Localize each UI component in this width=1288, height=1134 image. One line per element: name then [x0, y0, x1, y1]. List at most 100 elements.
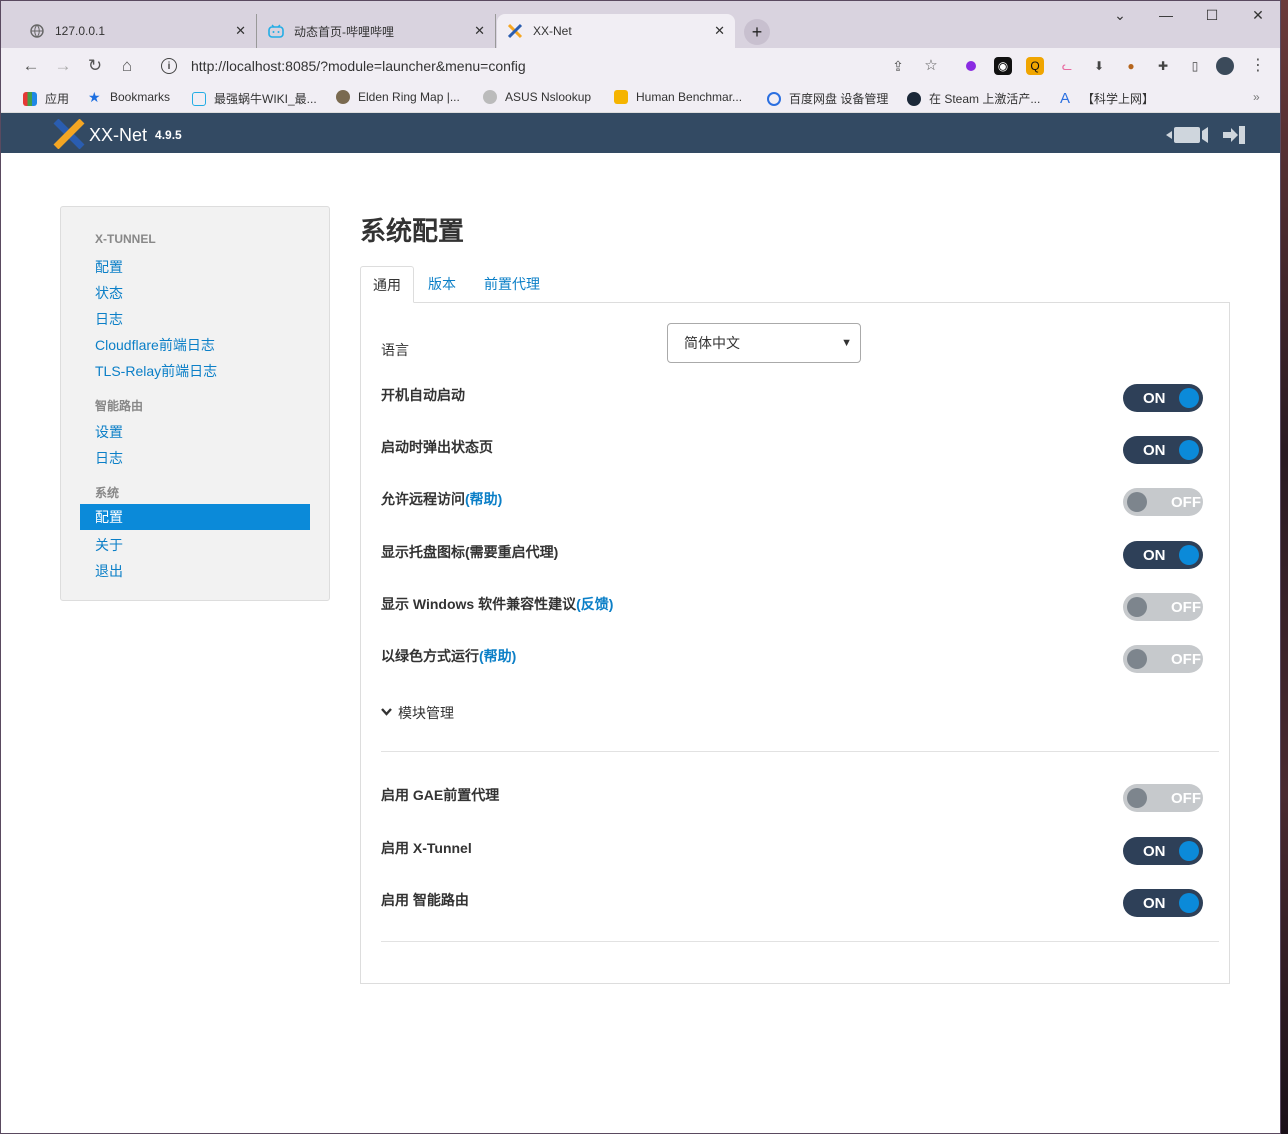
- forward-arrow-icon[interactable]: →: [53, 56, 73, 76]
- tab-bilibili[interactable]: 动态首页-哔哩哔哩 ✕: [258, 14, 496, 48]
- bilibili-icon: [268, 23, 284, 39]
- close-icon[interactable]: ✕: [714, 23, 725, 39]
- remote-access-toggle[interactable]: OFF: [1123, 488, 1203, 516]
- globe-icon: [483, 90, 497, 104]
- bookmark-bookmarks[interactable]: ★ Bookmarks: [88, 90, 170, 104]
- autostart-toggle[interactable]: ON: [1123, 384, 1203, 412]
- tab-version[interactable]: 版本: [416, 266, 468, 303]
- setting-remote-access-label: 允许远程访问(帮助): [381, 489, 502, 509]
- bookmark-label: 最强蜗牛WIKI_最...: [214, 92, 317, 106]
- app-header: XX-Net 4.9.5: [1, 113, 1280, 153]
- bookmark-kexue[interactable]: A 【科学上网】: [1060, 90, 1154, 107]
- back-arrow-icon[interactable]: ←: [21, 56, 41, 76]
- tab-title: XX-Net: [533, 24, 572, 38]
- xtunnel-toggle[interactable]: ON: [1123, 837, 1203, 865]
- toggle-knob: [1179, 893, 1199, 913]
- module-manage-label: 模块管理: [398, 705, 454, 721]
- bookmark-star-icon[interactable]: ☆: [921, 56, 941, 76]
- setting-text: 显示托盘图标(需要重启代理): [381, 544, 559, 560]
- video-camera-icon[interactable]: [1166, 125, 1210, 150]
- logout-icon[interactable]: [1223, 125, 1247, 150]
- info-icon[interactable]: i: [161, 58, 177, 74]
- setting-tray-icon-label: 显示托盘图标(需要重启代理): [381, 542, 558, 562]
- close-icon[interactable]: ✕: [474, 23, 485, 39]
- portable-mode-toggle[interactable]: OFF: [1123, 645, 1203, 673]
- tab-search-icon[interactable]: ⌄: [1110, 7, 1130, 24]
- address-bar[interactable]: i http://localhost:8085/?module=launcher…: [151, 51, 951, 81]
- module-manage-toggle[interactable]: 模块管理: [381, 703, 454, 723]
- bookmark-label: Bookmarks: [110, 90, 171, 104]
- download-icon[interactable]: ⬇: [1090, 57, 1108, 75]
- close-window-button[interactable]: ✕: [1248, 7, 1268, 24]
- app-version: 4.9.5: [155, 128, 182, 142]
- bookmark-asus-nslookup[interactable]: ASUS Nslookup: [483, 90, 591, 104]
- minimize-button[interactable]: —: [1156, 7, 1176, 23]
- toggle-knob: [1179, 388, 1199, 408]
- tray-icon-toggle[interactable]: ON: [1123, 541, 1203, 569]
- browser-toolbar: ← → ↻ ⌂ i http://localhost:8085/?module=…: [1, 48, 1280, 84]
- share-icon[interactable]: ⇪: [888, 56, 908, 76]
- profile-avatar[interactable]: [1216, 57, 1234, 75]
- help-link[interactable]: (帮助): [465, 491, 502, 507]
- reload-icon[interactable]: ↻: [85, 56, 105, 76]
- sidebar-item-smart-router-log[interactable]: 日志: [95, 448, 123, 468]
- tab-localhost[interactable]: 127.0.0.1 ✕: [19, 14, 257, 48]
- bookmarks-overflow-icon[interactable]: »: [1253, 90, 1260, 104]
- chevron-down-icon: ▼: [841, 337, 852, 349]
- toggle-state: OFF: [1171, 790, 1201, 807]
- feedback-link[interactable]: (反馈): [576, 596, 613, 612]
- bookmark-baidu-pan[interactable]: 百度网盘 设备管理: [767, 90, 888, 107]
- bookmark-steam[interactable]: 在 Steam 上激活产...: [907, 90, 1040, 107]
- sidebar-item-about[interactable]: 关于: [95, 535, 123, 555]
- sidepanel-icon[interactable]: ▯: [1186, 57, 1204, 75]
- windows-compat-toggle[interactable]: OFF: [1123, 593, 1203, 621]
- sidebar-item-xtunnel-config[interactable]: 配置: [95, 257, 123, 277]
- sidebar-item-system-config[interactable]: 配置: [80, 504, 310, 530]
- bookmark-elden-ring[interactable]: Elden Ring Map |...: [336, 90, 460, 104]
- sidebar-item-exit[interactable]: 退出: [95, 561, 123, 581]
- home-icon[interactable]: ⌂: [117, 56, 137, 76]
- language-value: 简体中文: [684, 335, 740, 351]
- bookmark-label: ASUS Nslookup: [505, 90, 592, 104]
- cookie-icon[interactable]: ●: [1122, 57, 1140, 75]
- bookmark-label: 百度网盘 设备管理: [789, 92, 889, 106]
- smart-router-toggle[interactable]: ON: [1123, 889, 1203, 917]
- sidebar-item-tls-relay-log[interactable]: TLS-Relay前端日志: [95, 361, 217, 381]
- sidebar-item-xtunnel-status[interactable]: 状态: [95, 283, 123, 303]
- sidebar-item-cloudflare-log[interactable]: Cloudflare前端日志: [95, 335, 215, 355]
- sidebar-item-xtunnel-log[interactable]: 日志: [95, 309, 123, 329]
- toggle-state: ON: [1143, 390, 1166, 407]
- bookmark-human-benchmark[interactable]: Human Benchmar...: [614, 90, 742, 104]
- bookmark-apps[interactable]: 应用: [23, 90, 69, 107]
- help-link[interactable]: (帮助): [479, 648, 516, 664]
- extension-q-icon[interactable]: Q: [1026, 57, 1044, 75]
- module-smart-router-label: 启用 智能路由: [381, 890, 469, 910]
- divider: [381, 751, 1219, 752]
- tab-general[interactable]: 通用: [360, 266, 414, 303]
- app-logo[interactable]: XX-Net 4.9.5: [53, 118, 182, 151]
- toggle-state: OFF: [1171, 651, 1201, 668]
- language-select[interactable]: 简体中文 ▼: [667, 323, 861, 363]
- tab-title: 127.0.0.1: [55, 24, 106, 38]
- chevron-down-icon: [381, 707, 392, 719]
- bookmarks-bar: 应用 ★ Bookmarks 最强蜗牛WIKI_最... Elden Ring M…: [1, 84, 1280, 113]
- page-title: 系统配置: [360, 216, 465, 246]
- gae-proxy-toggle[interactable]: OFF: [1123, 784, 1203, 812]
- sidebar-item-smart-router-settings[interactable]: 设置: [95, 422, 123, 442]
- extension-purple-icon[interactable]: [962, 57, 980, 75]
- maximize-button[interactable]: ☐: [1202, 7, 1222, 24]
- new-tab-button[interactable]: +: [744, 19, 770, 45]
- close-icon[interactable]: ✕: [235, 23, 246, 39]
- setting-text: 启用 GAE前置代理: [381, 787, 500, 803]
- tab-xxnet[interactable]: XX-Net ✕: [497, 14, 735, 48]
- menu-kebab-icon[interactable]: ⋮: [1248, 56, 1268, 76]
- tab-front-proxy[interactable]: 前置代理: [472, 266, 552, 303]
- extensions-puzzle-icon[interactable]: ✚: [1154, 57, 1172, 75]
- setting-windows-compat-label: 显示 Windows 软件兼容性建议(反馈): [381, 594, 613, 614]
- extension-cat-icon[interactable]: ᓚ: [1058, 57, 1076, 75]
- setting-text: 启用 智能路由: [381, 892, 469, 908]
- bookmark-snail-wiki[interactable]: 最强蜗牛WIKI_最...: [192, 90, 317, 107]
- sidebar-heading-system: 系统: [95, 486, 120, 500]
- extension-eyes-icon[interactable]: ◉: [994, 57, 1012, 75]
- popup-status-toggle[interactable]: ON: [1123, 436, 1203, 464]
